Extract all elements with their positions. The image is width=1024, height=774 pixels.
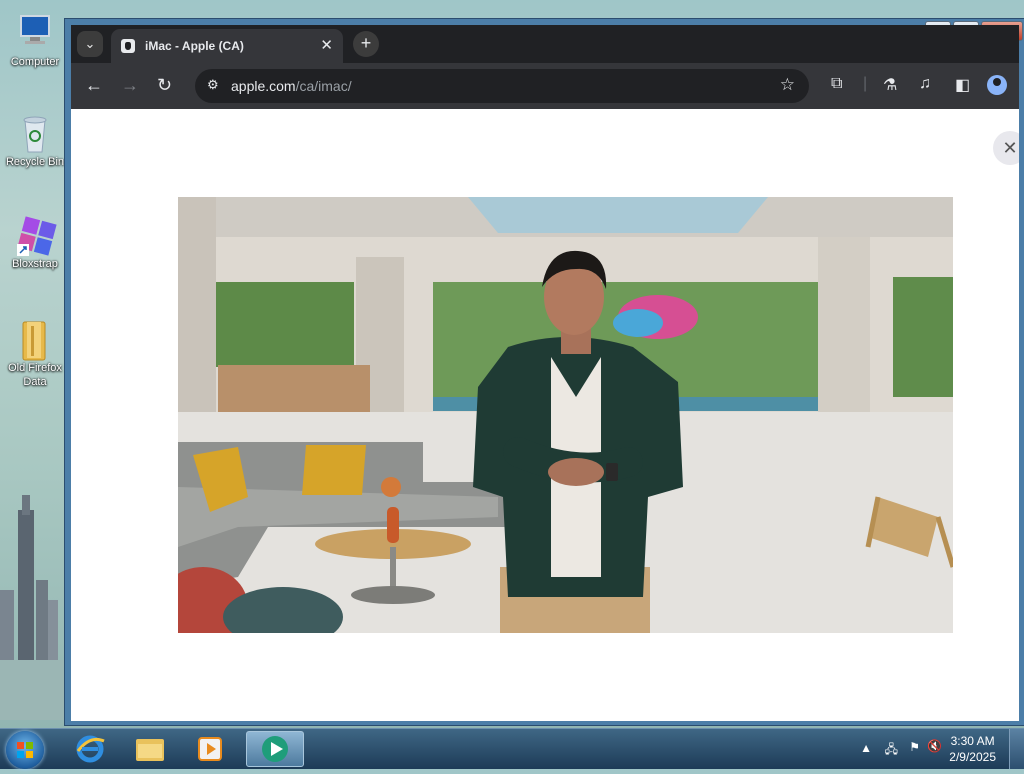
- labs-flask-icon[interactable]: ⚗: [883, 75, 897, 95]
- back-button[interactable]: ←: [85, 75, 103, 96]
- start-button[interactable]: [6, 731, 44, 769]
- computer-icon: [15, 12, 55, 52]
- tab-search-button[interactable]: ⌄: [77, 31, 103, 57]
- browser-app-icon: [262, 736, 288, 762]
- address-bar[interactable]: ⚙ apple.com/ca/imac/ ☆: [195, 69, 809, 103]
- tab-imac-apple[interactable]: iMac - Apple (CA) ✕: [111, 29, 343, 63]
- apple-icon: [121, 39, 135, 53]
- desktop-icon-label: Recycle Bin: [5, 156, 65, 168]
- desktop-icon-label: Bloxstrap: [12, 258, 58, 270]
- page-content: ✕: [71, 109, 1019, 721]
- extensions-icon[interactable]: ⧉: [831, 75, 842, 93]
- desktop-icon-bloxstrap[interactable]: Bloxstrap: [0, 214, 70, 271]
- action-center-flag-icon[interactable]: ⚑: [909, 740, 920, 754]
- url-host: apple.com: [231, 78, 296, 94]
- new-tab-button[interactable]: +: [353, 31, 379, 57]
- bloxstrap-icon: [15, 214, 57, 256]
- recycle-bin-icon: [15, 112, 55, 153]
- taskbar: ▲ 🖧 ⚑ 🔇 3:30 AM 2/9/2025: [0, 728, 1024, 769]
- folder-icon: [15, 318, 55, 361]
- desktop-icon-label: Computer: [10, 56, 60, 68]
- taskbar-media-player[interactable]: [184, 731, 236, 767]
- video-frame-presenter: [178, 197, 953, 633]
- clock-date: 2/9/2025: [949, 750, 996, 764]
- forward-button[interactable]: →: [121, 75, 139, 96]
- url-path: /ca/imac/: [295, 78, 352, 94]
- internet-explorer-icon: [76, 735, 105, 763]
- network-icon[interactable]: 🖧: [885, 740, 898, 761]
- browser-window: – ▭ ✕ ⌄ iMac - Apple (CA) ✕ + ← → ↻ ⚙ ap…: [64, 18, 1024, 726]
- show-desktop-button[interactable]: [1009, 729, 1024, 769]
- clock[interactable]: 3:30 AM 2/9/2025: [949, 733, 996, 765]
- modal-close-button[interactable]: ✕: [993, 131, 1019, 165]
- taskbar-file-explorer[interactable]: [124, 731, 176, 767]
- desktop-icon-computer[interactable]: Computer: [0, 12, 70, 69]
- video-player[interactable]: [178, 197, 953, 633]
- desktop-icon-recycle-bin[interactable]: Recycle Bin: [0, 112, 70, 169]
- clock-time: 3:30 AM: [950, 734, 995, 748]
- taskbar-browser[interactable]: [246, 731, 304, 767]
- tab-close-icon[interactable]: ✕: [320, 36, 333, 54]
- side-panel-icon[interactable]: ◧: [955, 75, 970, 95]
- profile-avatar-icon[interactable]: [987, 75, 1007, 95]
- tab-title: iMac - Apple (CA): [145, 39, 244, 53]
- taskbar-internet-explorer[interactable]: [64, 731, 116, 767]
- browser-toolbar: ← → ↻ ⚙ apple.com/ca/imac/ ☆ ⧉ | ⚗ ♫ ◧: [71, 63, 1019, 109]
- windows-logo-icon: [17, 742, 33, 758]
- tab-strip: ⌄ iMac - Apple (CA) ✕ +: [71, 25, 1019, 63]
- toolbar-divider: |: [863, 75, 868, 92]
- bookmark-star-icon[interactable]: ☆: [780, 75, 795, 95]
- media-player-icon: [198, 737, 222, 761]
- volume-muted-icon[interactable]: 🔇: [927, 739, 942, 753]
- browser-chrome: ⌄ iMac - Apple (CA) ✕ + ← → ↻ ⚙ apple.co…: [71, 25, 1019, 721]
- media-controls-icon[interactable]: ♫: [919, 75, 931, 93]
- site-info-icon[interactable]: ⚙: [207, 77, 219, 93]
- desktop-icon-old-firefox-data[interactable]: Old Firefox Data: [0, 318, 70, 389]
- show-hidden-icons[interactable]: ▲: [860, 741, 872, 755]
- file-explorer-icon: [136, 739, 164, 761]
- desktop-icon-label: Old Firefox Data: [8, 362, 62, 388]
- url-text[interactable]: apple.com/ca/imac/: [231, 78, 352, 94]
- reload-button[interactable]: ↻: [157, 75, 172, 96]
- wallpaper-skyline: [0, 495, 64, 720]
